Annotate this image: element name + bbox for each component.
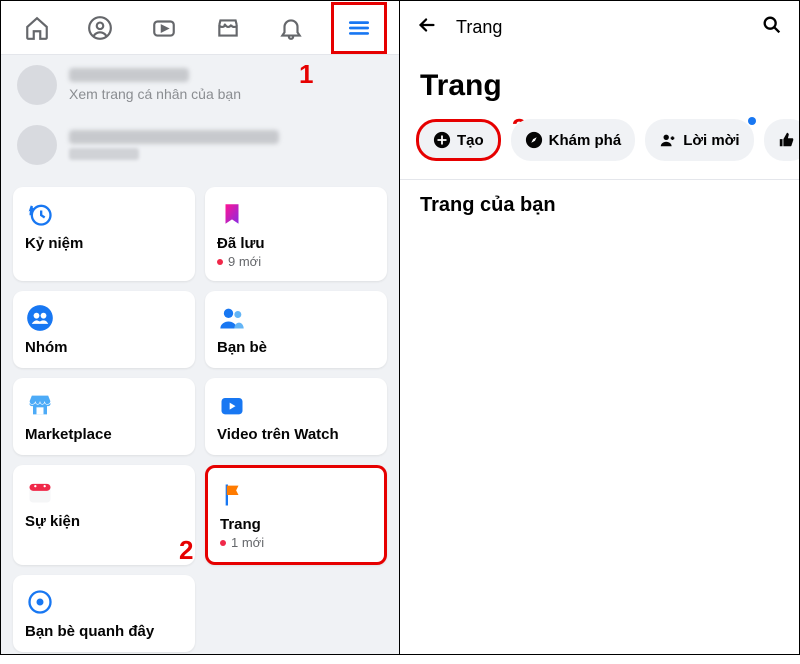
tile-label: Nhóm xyxy=(25,339,183,356)
groups-icon xyxy=(25,303,55,333)
tile-events[interactable]: Sự kiện xyxy=(13,465,195,565)
clock-icon xyxy=(25,199,55,229)
search-icon[interactable] xyxy=(761,14,783,41)
pill-label: Lời mời xyxy=(683,132,739,149)
thumbs-up-icon xyxy=(778,131,796,149)
pages-panel: Trang Trang 3 Tạo Khám phá Lời mời xyxy=(400,1,799,654)
avatar xyxy=(17,65,57,105)
calendar-icon xyxy=(25,477,55,507)
compass-icon xyxy=(525,131,543,149)
tile-label: Bạn bè quanh đây xyxy=(25,623,183,640)
tile-label: Video trên Watch xyxy=(217,426,375,443)
pill-label: Khám phá xyxy=(549,132,622,149)
bookmark-icon xyxy=(217,199,247,229)
back-icon[interactable] xyxy=(416,14,438,41)
shortcut-sub-blurred xyxy=(69,148,139,160)
tile-sub: 1 mới xyxy=(220,535,372,550)
explore-button[interactable]: Khám phá xyxy=(511,119,636,161)
marketplace-icon[interactable] xyxy=(204,4,252,52)
friends-icon xyxy=(217,303,247,333)
tile-label: Đã lưu xyxy=(217,235,375,252)
tile-watch[interactable]: Video trên Watch xyxy=(205,378,387,455)
flag-icon xyxy=(220,480,250,510)
tile-label: Bạn bè xyxy=(217,339,375,356)
avatar xyxy=(17,125,57,165)
storefront-icon xyxy=(25,390,55,420)
top-nav xyxy=(1,1,399,55)
page-title: Trang xyxy=(400,55,799,113)
pill-label: Tạo xyxy=(457,132,484,149)
create-button[interactable]: Tạo xyxy=(416,119,501,161)
invites-button[interactable]: Lời mời xyxy=(645,119,753,161)
profile-subtext: Xem trang cá nhân của bạn xyxy=(69,86,241,102)
callout-2: 2 xyxy=(179,535,193,566)
person-plus-icon xyxy=(659,131,677,149)
tile-friends[interactable]: Bạn bè xyxy=(205,291,387,368)
tile-nearby[interactable]: Bạn bè quanh đây xyxy=(13,575,195,652)
shortcut-row[interactable] xyxy=(1,115,399,175)
tile-memories[interactable]: Kỷ niệm xyxy=(13,187,195,281)
profile-row[interactable]: Xem trang cá nhân của bạn xyxy=(1,55,399,115)
tile-label: Kỷ niệm xyxy=(25,235,183,252)
menu-panel: 1 Xem trang cá nhân của bạn Kỷ niệm Đã l… xyxy=(1,1,400,654)
tile-saved[interactable]: Đã lưu 9 mới xyxy=(205,187,387,281)
video-icon xyxy=(217,390,247,420)
header-title: Trang xyxy=(456,17,502,38)
separator xyxy=(400,179,799,180)
tile-label: Trang xyxy=(220,516,372,533)
tile-pages[interactable]: Trang 1 mới xyxy=(205,465,387,565)
notification-dot xyxy=(748,117,756,125)
home-icon[interactable] xyxy=(13,4,61,52)
menu-icon[interactable] xyxy=(335,4,383,52)
tile-groups[interactable]: Nhóm xyxy=(13,291,195,368)
notifications-icon[interactable] xyxy=(267,4,315,52)
menu-tile-grid: Kỷ niệm Đã lưu 9 mới Nhóm Bạn bè M xyxy=(1,175,399,664)
shortcut-name-blurred xyxy=(69,130,279,144)
like-button[interactable] xyxy=(764,119,799,161)
pages-header: Trang xyxy=(400,1,799,55)
tile-sub: 9 mới xyxy=(217,254,375,269)
people-icon[interactable] xyxy=(76,4,124,52)
tile-label: Marketplace xyxy=(25,426,183,443)
hamburger-highlight xyxy=(331,2,387,54)
tile-label: Sự kiện xyxy=(25,513,183,530)
watch-icon[interactable] xyxy=(140,4,188,52)
your-pages-title: Trang của bạn xyxy=(400,184,799,227)
profile-name-blurred xyxy=(69,68,189,82)
target-icon xyxy=(25,587,55,617)
callout-1: 1 xyxy=(299,59,313,90)
plus-icon xyxy=(433,131,451,149)
tile-marketplace[interactable]: Marketplace xyxy=(13,378,195,455)
action-pill-row: Tạo Khám phá Lời mời xyxy=(400,113,799,179)
